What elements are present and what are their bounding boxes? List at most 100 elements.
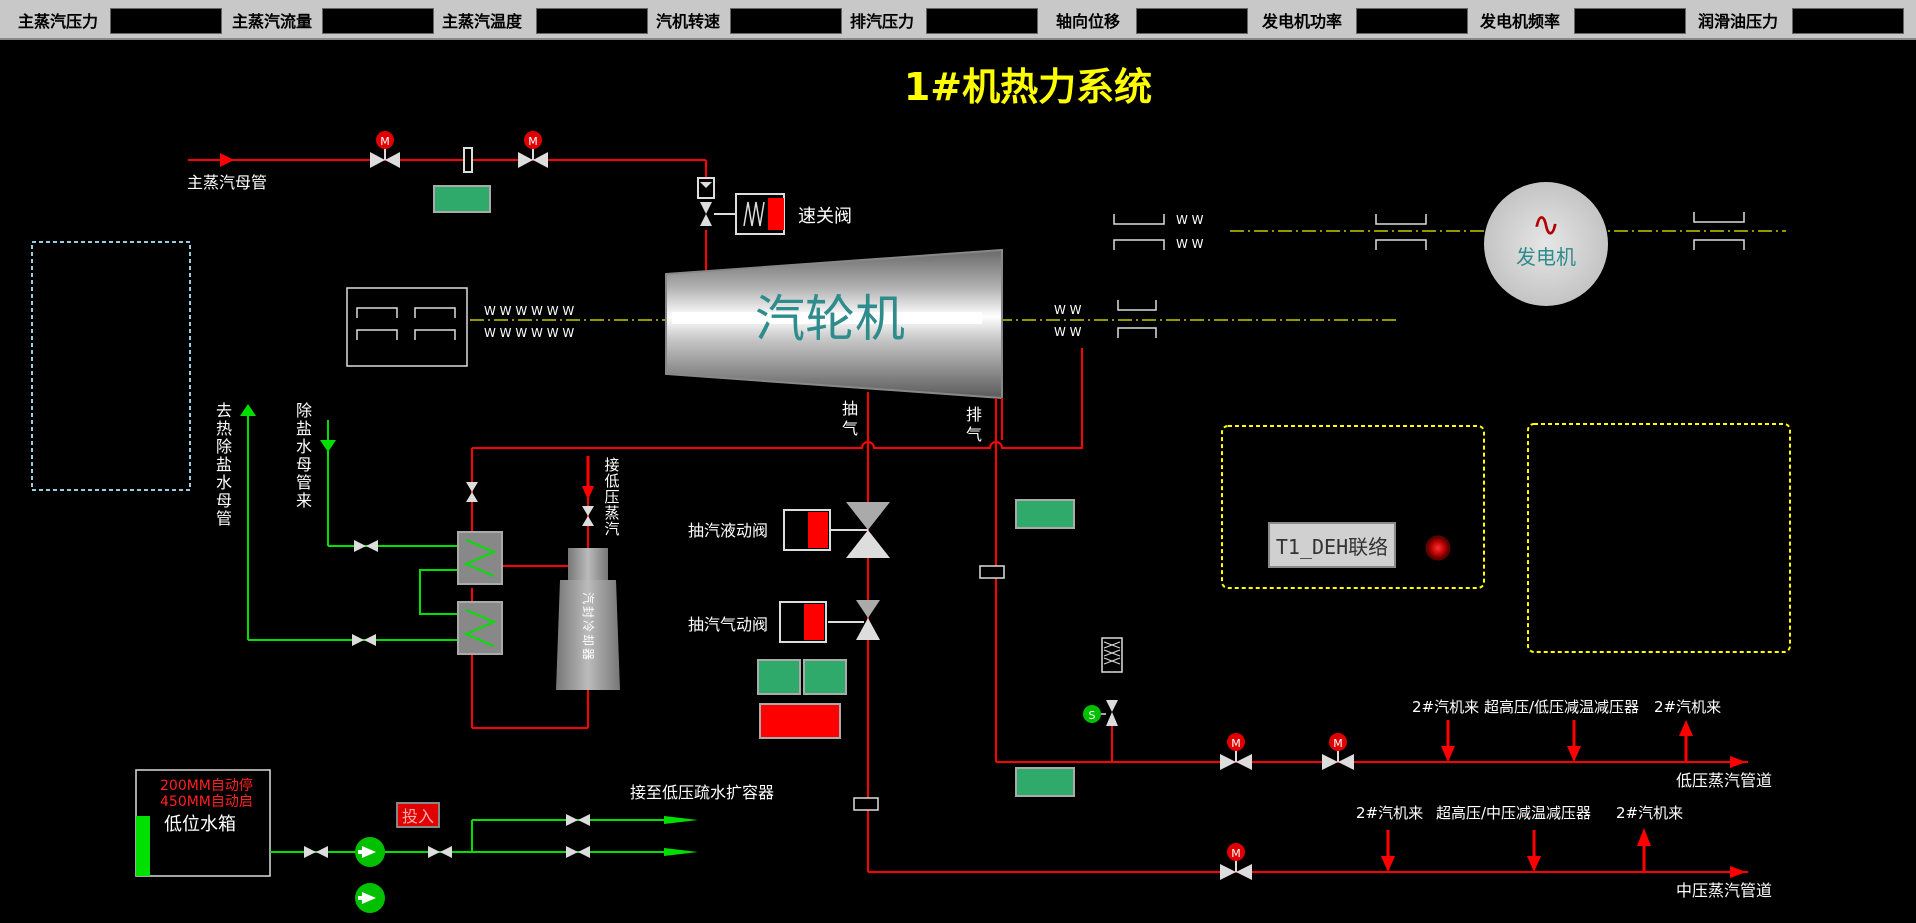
tank-note-stop: 200MM自动停 [160, 777, 253, 794]
pump-enable-button[interactable]: 投入 [396, 802, 440, 828]
from-demin-arrow-icon [320, 440, 336, 452]
main-steam-header-label: 主蒸汽母管 [187, 173, 267, 192]
generator-label: 发电机 [1516, 245, 1576, 269]
lp-to-2-label: 2#汽机来 [1654, 698, 1721, 716]
lp-motor-valve-2[interactable]: M [1322, 733, 1354, 770]
svg-text:气: 气 [966, 425, 982, 444]
generator[interactable]: ∿ 发电机 [1484, 182, 1608, 306]
turbine-rear-seals: W W W W [1054, 303, 1082, 339]
lp-flow-arrows [1381, 720, 1746, 878]
deh-link-button[interactable]: T1_DEH联络 [1268, 522, 1396, 568]
drain-arrow-lower-icon [664, 848, 698, 856]
svg-text:W W: W W [1054, 325, 1082, 339]
extraction-steam-trap [853, 797, 879, 811]
gland-cooler-label: 汽封冷却器 [581, 592, 596, 660]
lp-steam-in-valve[interactable] [582, 506, 594, 526]
mp-to-2-label: 2#汽机来 [1616, 804, 1683, 822]
turbine-front-seals: W W W W W W W W W W W W [484, 304, 574, 340]
svg-text:W W: W W [1054, 303, 1082, 317]
right-panel-frame [1527, 423, 1791, 653]
quick-close-valve-label: 速关阀 [798, 206, 852, 227]
vertical-label-char: 管 [216, 509, 232, 528]
lp-status-indicator[interactable] [1015, 767, 1075, 797]
drain-pump-2[interactable] [355, 883, 385, 913]
lp-motor-valve-1[interactable]: M [1220, 733, 1252, 770]
vertical-label-char: 汽 [604, 520, 619, 538]
demin-water-piping [247, 416, 458, 641]
extraction-hydraulic-valve-label: 抽汽液动阀 [688, 521, 768, 540]
svg-text:M: M [1333, 737, 1343, 750]
svg-text:排: 排 [966, 405, 982, 424]
svg-text:W W: W W [1176, 213, 1204, 227]
drain-valve-2[interactable] [428, 846, 452, 858]
svg-text:M: M [1231, 737, 1241, 750]
main-steam-flow-orifice [463, 147, 473, 173]
process-diagram: 1#机热力系统 主蒸汽母管 M M 速关阀 W W W W W W W W W … [31, 65, 1791, 913]
extraction-vertical-label: 抽 气 [842, 399, 858, 438]
lp-from-2-label: 2#汽机来 [1412, 698, 1479, 716]
main-steam-motor-valve-1[interactable]: M [370, 131, 400, 168]
left-panel-frame [31, 241, 191, 491]
demin-valve-2[interactable] [352, 634, 376, 646]
lp-steam-in-arrow-icon [582, 486, 594, 500]
extraction-status-indicator-1[interactable] [757, 659, 801, 695]
to-deaerator-label: 去热除盐水母管 [216, 401, 232, 528]
extraction-alarm-indicator[interactable] [759, 703, 841, 739]
lp-steam-trap-valve[interactable]: S [1083, 700, 1118, 726]
svg-text:M: M [1231, 847, 1241, 860]
heat-exchanger-lower [457, 601, 503, 655]
drain-pump-1[interactable] [355, 837, 385, 867]
lp-strainer [1101, 637, 1123, 673]
vertical-label-char: 去 [216, 401, 232, 420]
generator-symbol-icon: ∿ [1532, 205, 1561, 245]
drain-valve-1[interactable] [304, 846, 328, 858]
main-steam-motor-valve-2[interactable]: M [518, 131, 548, 168]
vertical-label-char: 汽 [581, 592, 596, 604]
vertical-label-char: 封 [581, 606, 595, 618]
drain-valve-3[interactable] [566, 814, 590, 826]
generator-seals: W W W W [1176, 213, 1204, 251]
to-deaerator-arrow-icon [240, 404, 256, 416]
lp-desuperheater-label: 超高压/低压减温减压器 [1484, 698, 1639, 716]
exhaust-vertical-label: 排 气 [966, 405, 982, 444]
extraction-hydraulic-valve[interactable] [783, 502, 890, 558]
svg-text:M: M [528, 135, 538, 148]
vertical-label-char: 盐 [216, 455, 232, 474]
svg-text:M: M [380, 135, 390, 148]
turbine-label: 汽轮机 [755, 290, 905, 348]
vertical-label-char: 水 [216, 473, 232, 492]
vertical-label-char: 除 [296, 401, 312, 420]
quick-close-valve[interactable] [697, 177, 785, 235]
main-steam-status-indicator[interactable] [433, 185, 491, 213]
mp-motor-valve[interactable]: M [1220, 843, 1252, 880]
svg-text:W W W W W W: W W W W W W [484, 326, 574, 340]
page-title: 1#机热力系统 [904, 65, 1152, 109]
drain-arrow-upper-icon [664, 816, 698, 824]
drain-piping [270, 819, 680, 853]
from-demin-label: 除盐水母管来 [296, 401, 312, 510]
demin-valve-1[interactable] [354, 540, 378, 552]
vertical-label-char: 却 [581, 634, 595, 646]
vertical-label-char: 热 [216, 419, 232, 438]
extraction-status-indicator-2[interactable] [803, 659, 847, 695]
drain-valve-4[interactable] [566, 846, 590, 858]
vertical-label-char: 母 [216, 491, 232, 510]
drain-expander-label: 接至低压疏水扩容器 [630, 783, 774, 802]
vertical-label-char: 除 [216, 437, 232, 456]
exhaust-steam-trap [979, 565, 1005, 579]
extraction-pneumatic-valve[interactable] [779, 600, 880, 643]
lp-steam-in-label: 接低压蒸汽 [604, 456, 619, 538]
exhaust-status-indicator[interactable] [1015, 499, 1075, 529]
svg-text:气: 气 [842, 419, 858, 438]
extraction-pneumatic-valve-label: 抽汽气动阀 [688, 615, 768, 634]
svg-text:W W: W W [1176, 237, 1204, 251]
vertical-label-char: 冷 [581, 620, 595, 632]
steam-trap-icon: S [1089, 709, 1096, 722]
mp-pipeline-label: 中压蒸汽管道 [1676, 881, 1772, 900]
main-steam-arrow-icon [220, 153, 234, 167]
rear-bearing [1117, 300, 1157, 338]
vertical-label-char: 器 [581, 648, 595, 660]
vertical-label-char: 水 [296, 437, 312, 456]
extraction-line-valve[interactable] [466, 482, 478, 502]
mp-desuperheater-label: 超高压/中压减温减压器 [1436, 804, 1591, 822]
